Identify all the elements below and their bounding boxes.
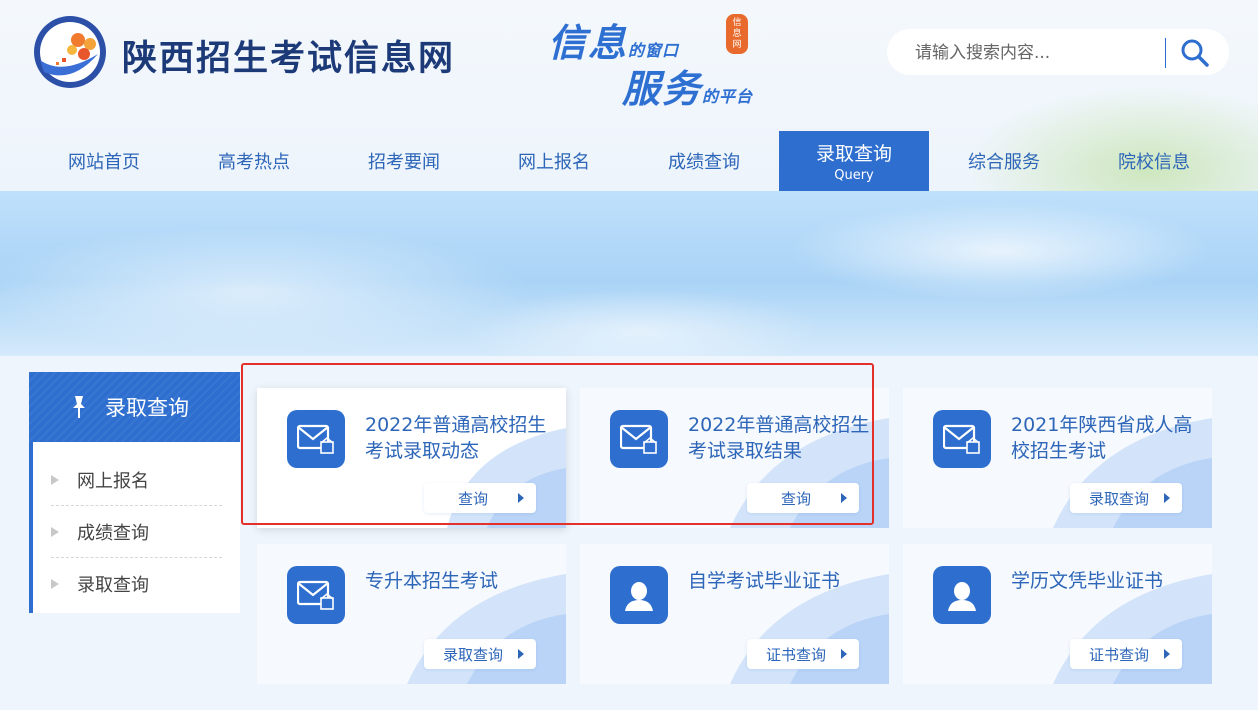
search-divider xyxy=(1165,38,1166,68)
nav-item-gaokao-hot[interactable]: 高考热点 xyxy=(179,131,329,191)
site-title[interactable]: 陕西招生考试信息网 xyxy=(122,30,455,81)
triangle-right-icon xyxy=(51,578,59,589)
nav-item-score-query[interactable]: 成绩查询 xyxy=(629,131,779,191)
slogan-line1-big: 信息 xyxy=(548,20,629,65)
query-button[interactable]: 查询 xyxy=(747,483,859,513)
arrow-right-icon xyxy=(841,649,847,659)
person-icon xyxy=(610,566,668,624)
banner-image xyxy=(0,191,1258,356)
card-title: 2022年普通高校招生考试录取结果 xyxy=(688,414,870,462)
slogan: 信息的窗口 信 息 网 服务的平台 xyxy=(548,8,788,111)
nav-item-online-registration[interactable]: 网上报名 xyxy=(479,131,629,191)
arrow-right-icon xyxy=(841,493,847,503)
certificate-query-button[interactable]: 证书查询 xyxy=(1070,639,1182,669)
card-title: 学历文凭毕业证书 xyxy=(1011,570,1164,592)
slogan-line2-big: 服务 xyxy=(622,66,703,111)
arrow-right-icon xyxy=(518,493,524,503)
sidebar-header: 录取查询 xyxy=(29,372,240,442)
query-card[interactable]: 2022年普通高校招生考试录取结果 查询 xyxy=(580,388,889,528)
nav-item-services[interactable]: 综合服务 xyxy=(929,131,1079,191)
site-logo[interactable] xyxy=(32,14,108,90)
sidebar-list: 网上报名 成绩查询 录取查询 xyxy=(29,442,240,613)
arrow-right-icon xyxy=(1164,493,1170,503)
query-card[interactable]: 2022年普通高校招生考试录取动态 查询 xyxy=(257,388,566,528)
pushpin-icon xyxy=(73,396,85,418)
sidebar: 录取查询 网上报名 成绩查询 录取查询 xyxy=(29,372,240,613)
search-input[interactable] xyxy=(913,39,1157,67)
sidebar-item-score-query[interactable]: 成绩查询 xyxy=(51,506,222,558)
site-header: 陕西招生考试信息网 信息的窗口 信 息 网 服务的平台 网站首页 高考热点 招考… xyxy=(0,0,1258,191)
main-nav: 网站首页 高考热点 招考要闻 网上报名 成绩查询 录取查询 Query 综合服务… xyxy=(29,131,1229,191)
card-title: 2022年普通高校招生考试录取动态 xyxy=(365,414,547,462)
search-icon[interactable] xyxy=(1179,37,1211,69)
card-title: 专升本招生考试 xyxy=(365,570,499,592)
nav-item-schools[interactable]: 院校信息 xyxy=(1079,131,1229,191)
search-box xyxy=(887,29,1229,75)
query-card[interactable]: 学历文凭毕业证书 证书查询 xyxy=(903,544,1212,684)
nav-item-home[interactable]: 网站首页 xyxy=(29,131,179,191)
slogan-seal: 信 息 网 xyxy=(726,14,748,54)
envelope-icon xyxy=(610,410,668,468)
sidebar-item-online-registration[interactable]: 网上报名 xyxy=(51,454,222,506)
sidebar-item-admission-query[interactable]: 录取查询 xyxy=(51,558,222,609)
card-title: 自学考试毕业证书 xyxy=(688,570,841,592)
sidebar-title: 录取查询 xyxy=(105,396,189,420)
query-button[interactable]: 查询 xyxy=(424,483,536,513)
query-button[interactable]: 录取查询 xyxy=(1070,483,1182,513)
arrow-right-icon xyxy=(518,649,524,659)
nav-item-sub-label: Query xyxy=(834,168,874,183)
person-icon xyxy=(933,566,991,624)
envelope-icon xyxy=(933,410,991,468)
query-card[interactable]: 2021年陕西省成人高校招生考试 录取查询 xyxy=(903,388,1212,528)
query-card[interactable]: 自学考试毕业证书 证书查询 xyxy=(580,544,889,684)
card-title: 2021年陕西省成人高校招生考试 xyxy=(1011,414,1193,462)
envelope-icon xyxy=(287,566,345,624)
query-button[interactable]: 录取查询 xyxy=(424,639,536,669)
nav-item-admission-query[interactable]: 录取查询 Query xyxy=(779,131,929,191)
arrow-right-icon xyxy=(1164,649,1170,659)
slogan-line2-small: 的平台 xyxy=(702,87,754,106)
triangle-right-icon xyxy=(51,526,59,537)
envelope-icon xyxy=(287,410,345,468)
certificate-query-button[interactable]: 证书查询 xyxy=(747,639,859,669)
query-card[interactable]: 专升本招生考试 录取查询 xyxy=(257,544,566,684)
triangle-right-icon xyxy=(51,474,59,485)
nav-item-news[interactable]: 招考要闻 xyxy=(329,131,479,191)
